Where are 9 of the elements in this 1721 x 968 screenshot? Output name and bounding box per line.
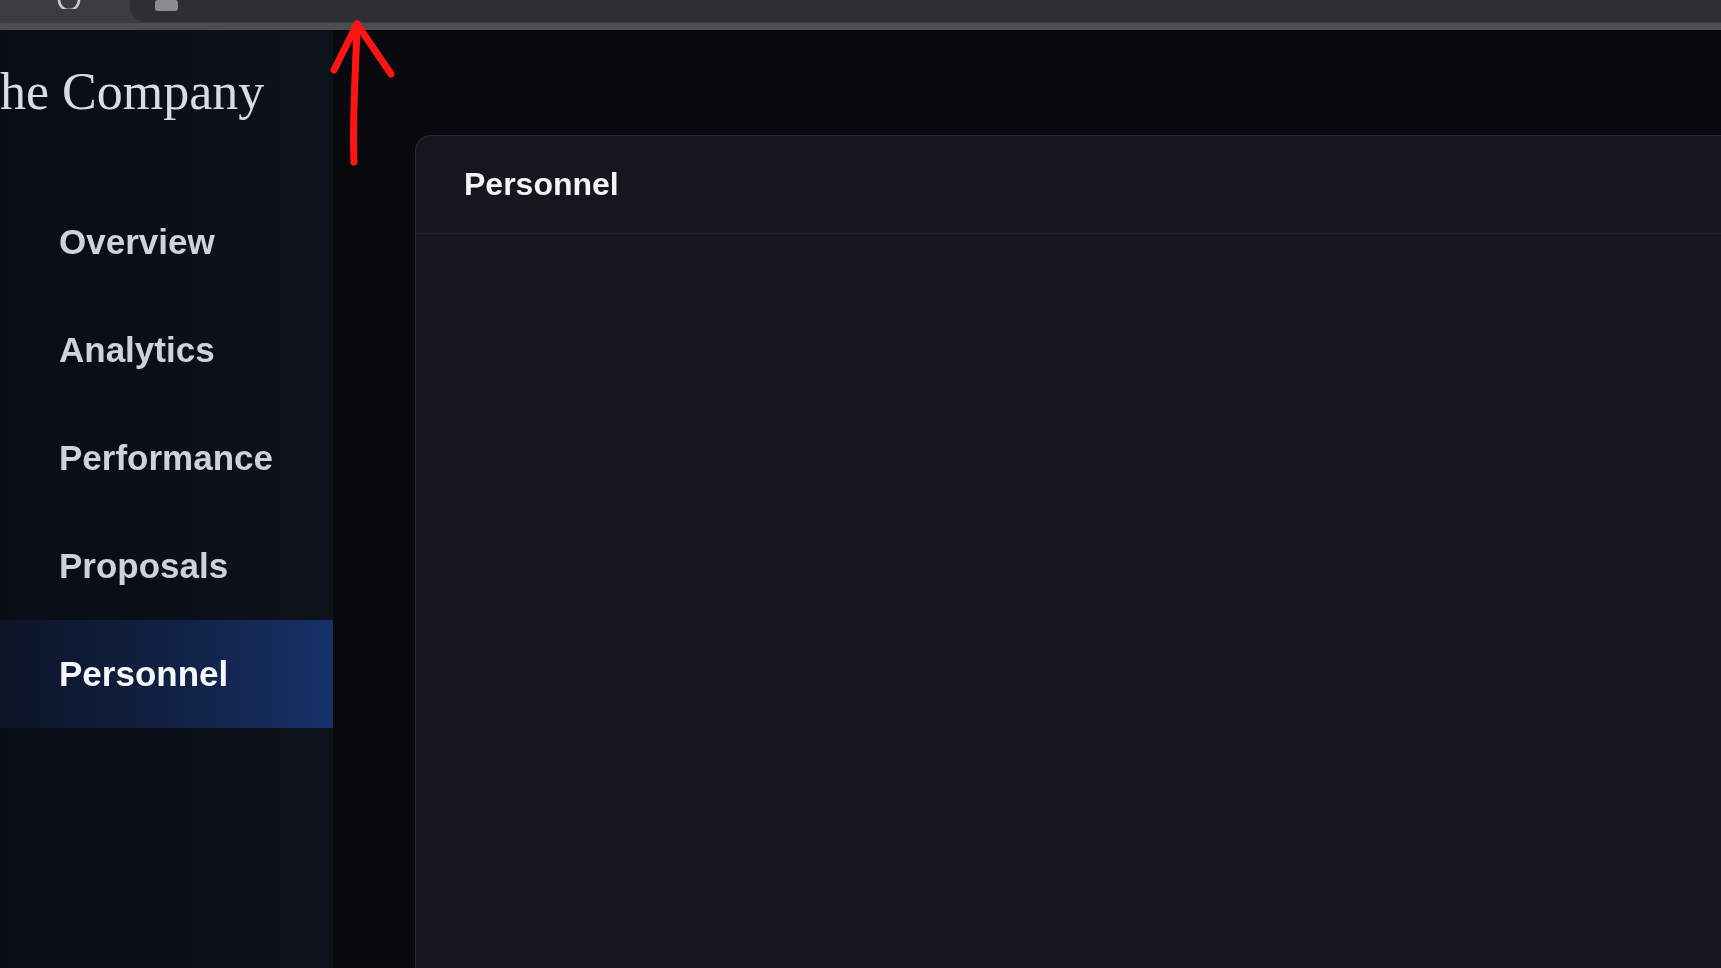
sidebar-item[interactable]: Performance <box>0 404 333 512</box>
page-icon <box>155 0 178 11</box>
sidebar-item[interactable]: Proposals <box>0 512 333 620</box>
sidebar-item[interactable]: Analytics <box>0 296 333 404</box>
reload-icon[interactable] <box>57 0 81 9</box>
sidebar-item[interactable]: Personnel <box>0 620 333 728</box>
sidebar-title: he Company <box>0 62 266 122</box>
panel-title: Personnel <box>464 166 619 203</box>
sidebar-item[interactable]: Overview <box>0 188 333 296</box>
